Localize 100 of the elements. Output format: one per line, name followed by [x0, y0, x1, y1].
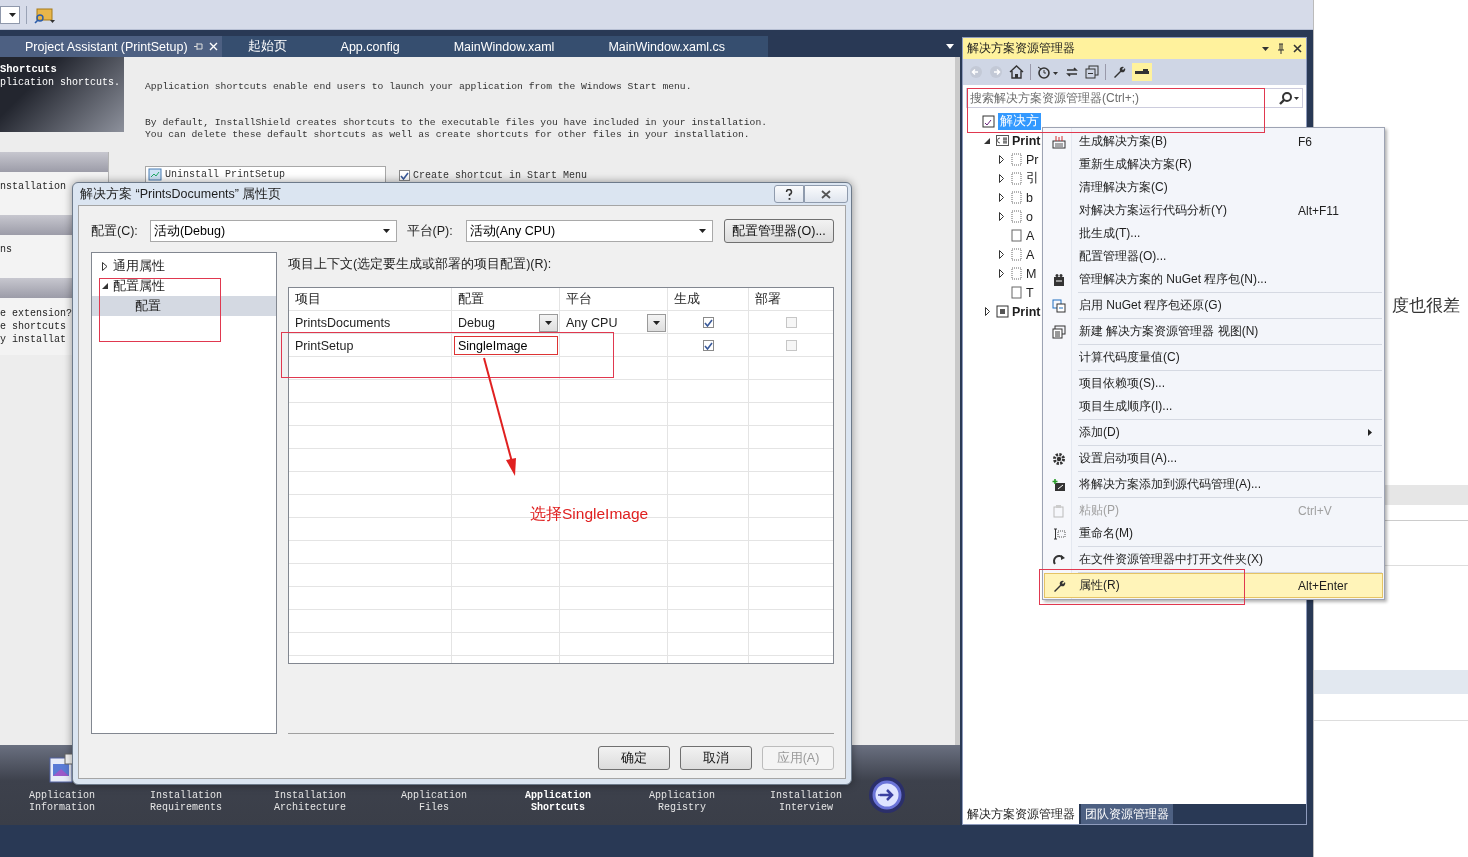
checkbox[interactable]: [785, 317, 797, 328]
next-icon[interactable]: [868, 776, 906, 814]
document-tab[interactable]: Project Assistant (PrintSetup): [0, 36, 222, 57]
dialog-button[interactable]: 确定: [598, 746, 670, 770]
checkbox[interactable]: [703, 340, 714, 351]
file-icon: [1010, 267, 1023, 280]
search-field[interactable]: 搜索解决方案资源管理器(Ctrl+;): [966, 88, 1303, 108]
collapsed-arrow-icon[interactable]: [998, 269, 1004, 278]
table-cell[interactable]: Debug: [458, 315, 495, 330]
tree-item[interactable]: 配置: [135, 297, 161, 315]
menu-item[interactable]: 将解决方案添加到源代码管理(A)...: [1045, 473, 1382, 496]
navigation-step[interactable]: Application Files: [396, 790, 472, 814]
menu-item[interactable]: 生成解决方案(B) F6: [1045, 130, 1382, 153]
check-icon: [704, 318, 713, 327]
configuration-field[interactable]: SingleImage: [454, 336, 558, 355]
navigation-step[interactable]: Installation Architecture: [272, 790, 348, 814]
menu-item[interactable]: 新建 解决方案资源管理器 视图(N): [1045, 320, 1382, 343]
check-icon: [400, 171, 409, 180]
check-icon: [704, 341, 713, 350]
checkbox[interactable]: [399, 170, 410, 181]
shortcut-item[interactable]: Uninstall PrintSetup: [165, 169, 286, 180]
menu-item[interactable]: 计算代码度量值(C): [1045, 346, 1382, 369]
navigation-step[interactable]: Application Registry: [644, 790, 720, 814]
configuration-dropdown[interactable]: 活动(Debug): [149, 220, 397, 242]
help-button[interactable]: [774, 185, 804, 203]
close-icon[interactable]: [1293, 44, 1302, 53]
dialog-button[interactable]: 取消: [680, 746, 752, 770]
home-icon[interactable]: [1009, 65, 1024, 79]
tree-item[interactable]: Print: [1012, 304, 1041, 319]
tree-item[interactable]: Print: [1012, 133, 1041, 148]
tree-item[interactable]: 配置属性: [113, 277, 165, 295]
collapsed-arrow-icon[interactable]: [984, 307, 990, 316]
configuration-manager-button[interactable]: 配置管理器(O)...: [724, 219, 834, 243]
tree-item[interactable]: M: [1026, 266, 1037, 281]
add-source-icon: [1052, 477, 1066, 492]
sidebar-item[interactable]: ns: [0, 244, 12, 255]
tree-item[interactable]: 引: [1026, 170, 1039, 187]
menu-item[interactable]: 启用 NuGet 程序包还原(G): [1045, 294, 1382, 317]
menu-item[interactable]: 批生成(T)...: [1045, 222, 1382, 245]
tree-item[interactable]: Pr: [1026, 152, 1039, 167]
menu-item[interactable]: 添加(D): [1045, 421, 1382, 444]
help-icon: [785, 188, 793, 200]
dropdown-icon[interactable]: [1262, 46, 1269, 51]
tree-item[interactable]: 通用属性: [113, 257, 165, 275]
collapsed-arrow-icon[interactable]: [102, 261, 108, 271]
menu-item[interactable]: 设置启动项目(A)...: [1045, 447, 1382, 470]
tree-item[interactable]: A: [1026, 247, 1035, 262]
collapsed-arrow-icon[interactable]: [998, 174, 1004, 183]
menu-item[interactable]: 项目依赖项(S)...: [1045, 372, 1382, 395]
menu-item[interactable]: 重命名(M): [1045, 522, 1382, 545]
restore-icon: [1052, 298, 1066, 313]
history-icon[interactable]: [1037, 65, 1059, 79]
document-tab[interactable]: MainWindow.xaml: [427, 36, 583, 57]
tree-item[interactable]: o: [1026, 209, 1033, 224]
collapsed-arrow-icon[interactable]: [998, 250, 1004, 259]
tree-item-row[interactable]: 配置: [92, 296, 276, 316]
document-tab[interactable]: 起始页: [221, 36, 315, 57]
menu-item[interactable]: 管理解决方案的 NuGet 程序包(N)...: [1045, 268, 1382, 291]
close-button[interactable]: [804, 185, 848, 203]
dropdown-button[interactable]: [539, 313, 558, 332]
folder-search-icon[interactable]: [33, 5, 55, 24]
collapsed-arrow-icon[interactable]: [998, 212, 1004, 221]
pin-icon[interactable]: [1277, 43, 1285, 54]
menu-item[interactable]: 在文件资源管理器中打开文件夹(X): [1045, 548, 1382, 571]
tree-item[interactable]: T: [1026, 285, 1034, 300]
expanded-arrow-icon[interactable]: [984, 137, 990, 144]
menu-item[interactable]: 清理解决方案(C): [1045, 176, 1382, 199]
sidebar-item[interactable]: nstallation: [0, 181, 66, 192]
panel-tab[interactable]: 团队资源管理器: [1081, 804, 1173, 824]
document-tab[interactable]: App.config: [314, 36, 428, 57]
menu-item[interactable]: 属性(R) Alt+Enter: [1045, 574, 1382, 597]
navigation-step[interactable]: Application Information: [24, 790, 100, 814]
panel-tab[interactable]: 解决方案资源管理器: [963, 804, 1079, 824]
collapsed-arrow-icon[interactable]: [998, 193, 1004, 202]
tree-item[interactable]: b: [1026, 190, 1033, 205]
caret-icon: [382, 229, 390, 233]
column-header: 项目: [294, 291, 322, 308]
tab-overflow-icon[interactable]: [946, 44, 954, 49]
platform-dropdown[interactable]: 活动(Any CPU): [465, 220, 714, 242]
tree-item[interactable]: A: [1026, 228, 1035, 243]
menu-item[interactable]: 配置管理器(O)...: [1045, 245, 1382, 268]
checkbox[interactable]: [703, 317, 714, 328]
menu-item[interactable]: 项目生成顺序(I)...: [1045, 395, 1382, 418]
collapsed-arrow-icon[interactable]: [998, 155, 1004, 164]
table-cell[interactable]: Any CPU: [566, 315, 618, 330]
menu-item[interactable]: 对解决方案运行代码分析(Y) Alt+F11: [1045, 199, 1382, 222]
toolbar-dropdown[interactable]: [0, 5, 20, 24]
navigation-step[interactable]: Application Shortcuts: [520, 790, 596, 814]
search-icon[interactable]: [1279, 92, 1299, 105]
collapse-all-icon[interactable]: [1085, 65, 1099, 79]
navigation-step[interactable]: Installation Requirements: [148, 790, 224, 814]
menu-item[interactable]: 重新生成解决方案(R): [1045, 153, 1382, 176]
file-icon: [1010, 248, 1023, 261]
dropdown-button[interactable]: [647, 313, 666, 332]
document-tab[interactable]: MainWindow.xaml.cs: [582, 36, 754, 57]
wrench-icon[interactable]: [1112, 65, 1126, 79]
sync-icon[interactable]: [1065, 65, 1079, 79]
checkbox[interactable]: [785, 340, 797, 351]
navigation-step[interactable]: Installation Interview: [768, 790, 844, 814]
expanded-arrow-icon[interactable]: [102, 283, 108, 289]
